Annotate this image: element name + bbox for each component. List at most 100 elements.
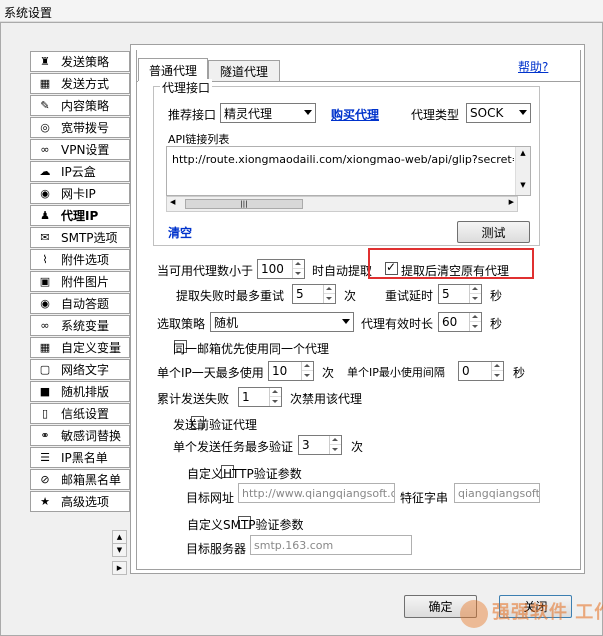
grid-icon: ▦ <box>39 77 51 90</box>
target-server-input[interactable]: smtp.163.com <box>250 535 412 555</box>
sidebar-item-send-strategy[interactable]: ♜ 发送策略 <box>30 51 130 72</box>
verify-max-label: 单个发送任务最多验证 <box>173 440 294 454</box>
fail-ban-suffix: 次禁用该代理 <box>290 392 363 406</box>
buy-proxy-link[interactable]: 购买代理 <box>331 106 379 123</box>
title-bar: 系统设置 <box>0 0 603 22</box>
smtp-verify-label: 自定义SMTP验证参数 <box>187 518 304 532</box>
sidebar-item-sensitive-words[interactable]: ⚭ 敏感词替换 <box>30 425 130 446</box>
spinner-buttons[interactable] <box>469 285 481 303</box>
sidebar-item-nic-ip[interactable]: ◉ 网卡IP <box>30 183 130 204</box>
sidebar-item-attachment[interactable]: ⌇ 附件选项 <box>30 249 130 270</box>
strategy-select[interactable]: 随机 <box>210 312 354 332</box>
daily-max-label: 单个IP一天最多使用 <box>157 366 264 380</box>
valid-duration-input[interactable]: 60 <box>438 312 482 332</box>
sidebar-item-smtp[interactable]: ✉ SMTP选项 <box>30 227 130 248</box>
tab-tunnel-proxy[interactable]: 隧道代理 <box>208 60 280 82</box>
help-link[interactable]: 帮助? <box>518 58 548 75</box>
verify-max-input[interactable]: 3 <box>298 435 342 455</box>
verify-max-unit: 次 <box>351 440 364 454</box>
shuffle-icon: ■ <box>39 385 51 398</box>
star-icon: ★ <box>40 495 50 508</box>
auto-fetch-label: 时自动提取 <box>312 264 373 278</box>
globe-icon: ◉ <box>40 187 50 200</box>
feature-string-input[interactable]: qiangqiangsoft <box>454 483 540 503</box>
daily-max-unit: 次 <box>322 366 335 380</box>
window-title: 系统设置 <box>4 6 53 20</box>
proxy-interface-title: 代理接口 <box>160 79 213 96</box>
min-interval-unit: 秒 <box>513 366 526 380</box>
sidebar-item-ip-cloudbox[interactable]: ☁ IP云盒 <box>30 161 130 182</box>
graph-icon: ⚭ <box>40 429 50 442</box>
triangle-up-icon: ▲ <box>116 533 123 541</box>
spinner-buttons[interactable] <box>292 260 304 278</box>
triangle-left-icon: ◀ <box>170 198 176 206</box>
retry-delay-label: 重试延时 <box>385 289 434 303</box>
api-url-text: http://route.xiongmaodaili.com/xiongmao-… <box>172 153 514 166</box>
sidebar-item-content-strategy[interactable]: ✎ 内容策略 <box>30 95 130 116</box>
fail-ban-input[interactable]: 1 <box>238 387 282 407</box>
triangle-up-icon: ▲ <box>520 149 526 157</box>
api-list-hscroll[interactable]: ◀ ||| ▶ <box>166 196 518 212</box>
feature-string-label: 特征字串 <box>400 491 449 505</box>
recommend-select[interactable]: 精灵代理 <box>220 103 316 123</box>
sidebar-item-send-method[interactable]: ▦ 发送方式 <box>30 73 130 94</box>
spinner-buttons[interactable] <box>269 388 281 406</box>
spinner-buttons[interactable] <box>469 313 481 331</box>
min-interval-input[interactable]: 0 <box>458 361 504 381</box>
spinner-buttons[interactable] <box>301 362 313 380</box>
daily-max-input[interactable]: 10 <box>268 361 314 381</box>
clear-link[interactable]: 清空 <box>168 224 192 241</box>
sidebar-item-custom-vars[interactable]: ▦ 自定义变量 <box>30 337 130 358</box>
api-list-vscroll[interactable]: ▲ ▼ <box>515 147 530 195</box>
fail-ban-label: 累计发送失败 <box>157 392 230 406</box>
min-interval-label: 单个IP最小使用间隔 <box>347 366 445 379</box>
target-url-input[interactable]: http://www.qiangqiangsoft.com <box>238 483 395 503</box>
sidebar-item-system-vars[interactable]: ∞ 系统变量 <box>30 315 130 336</box>
sidebar-item-auto-answer[interactable]: ◉ 自动答题 <box>30 293 130 314</box>
sidebar-item-proxy-ip[interactable]: ♟ 代理IP <box>30 205 130 226</box>
sidebar-item-random-layout[interactable]: ■ 随机排版 <box>30 381 130 402</box>
ban-icon: ⊘ <box>40 473 50 486</box>
sidebar-item-email-blacklist[interactable]: ⊘ 邮箱黑名单 <box>30 469 130 490</box>
close-button[interactable]: 关闭 <box>499 595 572 618</box>
min-count-label: 当可用代理数小于 <box>157 264 254 278</box>
sidebar-scroll-down[interactable]: ▼ <box>112 543 127 557</box>
spinner-buttons[interactable] <box>491 362 503 380</box>
strategy-label: 选取策略 <box>157 317 206 331</box>
sidebar-scroll-up[interactable]: ▲ <box>112 530 127 544</box>
pencil-icon: ✎ <box>40 99 50 112</box>
verify-before-send-label: 发送前验证代理 <box>173 418 258 432</box>
spinner-buttons[interactable] <box>329 436 341 454</box>
api-list-textarea[interactable]: http://route.xiongmaodaili.com/xiongmao-… <box>166 146 531 196</box>
hscroll-thumb[interactable]: ||| <box>185 199 303 209</box>
min-count-input[interactable]: 100 <box>257 259 305 279</box>
sidebar-item-vpn[interactable]: ∞ VPN设置 <box>30 139 130 160</box>
triangle-right-icon: ▶ <box>116 564 123 572</box>
http-verify-label: 自定义HTTP验证参数 <box>187 467 302 481</box>
retry-delay-input[interactable]: 5 <box>438 284 482 304</box>
sidebar-scroll-right[interactable]: ▶ <box>112 561 127 575</box>
sidebar-item-web-text[interactable]: ▢ 网络文字 <box>30 359 130 380</box>
sidebar-item-ip-blacklist[interactable]: ☰ IP黑名单 <box>30 447 130 468</box>
sidebar-item-attachment-image[interactable]: ▣ 附件图片 <box>30 271 130 292</box>
sidebar-item-broadband-dial[interactable]: ◎ 宽带拨号 <box>30 117 130 138</box>
sidebar-item-stationery[interactable]: ▯ 信纸设置 <box>30 403 130 424</box>
retry-input[interactable]: 5 <box>292 284 336 304</box>
ok-button[interactable]: 确定 <box>404 595 477 618</box>
link-icon: ∞ <box>40 143 50 156</box>
envelope-icon: ✉ <box>40 231 50 244</box>
sidebar-item-advanced[interactable]: ★ 高级选项 <box>30 491 130 512</box>
test-button[interactable]: 测试 <box>457 221 530 243</box>
infinity-icon: ∞ <box>40 319 50 332</box>
api-list-label: API链接列表 <box>168 133 230 146</box>
chevron-down-icon <box>342 319 350 324</box>
proxy-type-select[interactable]: SOCK <box>466 103 531 123</box>
chevron-down-icon <box>519 110 527 115</box>
clear-after-fetch-checkbox[interactable] <box>385 260 398 275</box>
triangle-down-icon: ▼ <box>116 546 123 554</box>
target-url-label: 目标网址 <box>186 491 235 505</box>
list-icon: ☰ <box>40 451 50 464</box>
valid-duration-label: 代理有效时长 <box>361 317 434 331</box>
rook-icon: ♜ <box>40 55 50 68</box>
spinner-buttons[interactable] <box>323 285 335 303</box>
